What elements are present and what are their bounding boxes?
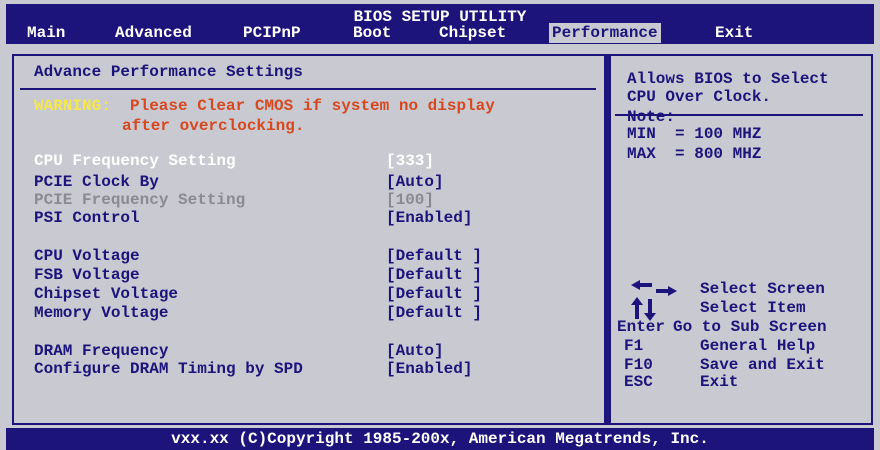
menu-advanced[interactable]: Advanced: [112, 23, 195, 43]
legend-action: General Help: [700, 337, 816, 355]
setting-label: PCIE Frequency Setting: [34, 191, 246, 209]
menu-boot[interactable]: Boot: [350, 23, 394, 43]
setting-value: [100]: [386, 191, 435, 209]
help-min: MIN = 100 MHZ: [627, 125, 762, 143]
setting-value[interactable]: [Default ]: [386, 285, 482, 304]
setting-label: Chipset Voltage: [34, 285, 179, 303]
warning-line-1: Please Clear CMOS if system no display: [130, 97, 495, 115]
warning-prefix: WARNING:: [34, 97, 111, 115]
setting-value[interactable]: [Auto]: [386, 173, 444, 192]
setting-label: DRAM Frequency: [34, 342, 169, 360]
setting-label: CPU Voltage: [34, 247, 140, 265]
setting-value[interactable]: [333]: [386, 152, 434, 171]
setting-label: PSI Control: [34, 209, 140, 227]
setting-value[interactable]: [Enabled]: [386, 360, 472, 379]
legend-action: Select Screen: [700, 280, 825, 298]
bios-screen: BIOS SETUP UTILITY Main Advanced PCIPnP …: [0, 0, 880, 450]
setting-value[interactable]: [Enabled]: [386, 209, 472, 228]
help-max: MAX = 800 MHZ: [627, 145, 762, 163]
menu-performance[interactable]: Performance: [549, 23, 661, 43]
setting-label: CPU Frequency Setting: [34, 152, 236, 170]
menu-main[interactable]: Main: [24, 23, 68, 43]
setting-label: Memory Voltage: [34, 304, 169, 322]
menu-pcipnp[interactable]: PCIPnP: [240, 23, 304, 43]
section-title: Advance Performance Settings: [34, 63, 303, 81]
legend-key: Enter: [617, 318, 666, 336]
left-right-arrows-icon: [631, 280, 677, 296]
section-divider: [20, 88, 596, 90]
footer-bar: vxx.xx (C)Copyright 1985-200x, American …: [6, 428, 874, 450]
legend-key: ESC: [624, 373, 653, 391]
warning-line-2: after overclocking.: [122, 117, 305, 135]
setting-label: Configure DRAM Timing by SPD: [34, 360, 303, 378]
help-line-1: Allows BIOS to Select: [627, 70, 829, 88]
help-line-2: CPU Over Clock.: [627, 88, 772, 106]
setting-label: FSB Voltage: [34, 266, 140, 284]
menu-chipset[interactable]: Chipset: [436, 23, 509, 43]
legend-action: Select Item: [700, 299, 806, 317]
legend-action: Exit: [700, 373, 739, 391]
setting-label: PCIE Clock By: [34, 173, 159, 191]
setting-value[interactable]: [Auto]: [386, 342, 444, 361]
copyright-text: vxx.xx (C)Copyright 1985-200x, American …: [171, 430, 709, 448]
menu-exit[interactable]: Exit: [712, 23, 756, 43]
setting-value[interactable]: [Default ]: [386, 266, 482, 285]
setting-value[interactable]: [Default ]: [386, 247, 482, 266]
legend-key: F1: [624, 337, 644, 355]
legend-action: Go to Sub Screen: [673, 318, 827, 336]
setting-value[interactable]: [Default ]: [386, 304, 482, 323]
